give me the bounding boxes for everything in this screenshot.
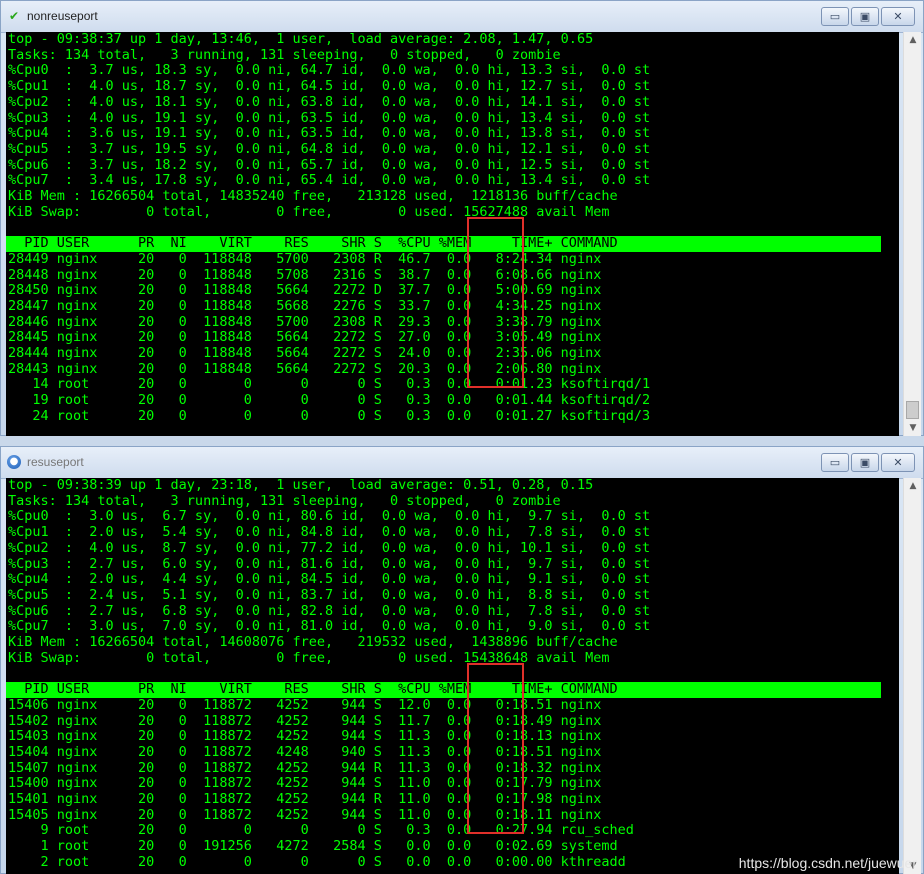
process-table-header: PID USER PR NI VIRT RES SHR S %CPU %MEM … bbox=[6, 681, 881, 698]
summary-line: Tasks: 134 total, 3 running, 131 sleepin… bbox=[8, 46, 561, 63]
scroll-up-arrow-icon[interactable]: ▲ bbox=[904, 478, 922, 494]
terminal-output[interactable]: top - 09:38:39 up 1 day, 23:18, 1 user, … bbox=[6, 478, 899, 874]
scroll-up-arrow-icon[interactable]: ▲ bbox=[904, 32, 922, 48]
process-table-header: PID USER PR NI VIRT RES SHR S %CPU %MEM … bbox=[6, 235, 881, 252]
watermark-url: https://blog.csdn.net/juewuer bbox=[738, 855, 917, 871]
process-row: 15400 nginx 20 0 118872 4252 944 S 11.0 … bbox=[8, 775, 602, 792]
summary-line: KiB Mem : 16266504 total, 14608076 free,… bbox=[8, 634, 618, 651]
summary-line: %Cpu1 : 2.0 us, 5.4 sy, 0.0 ni, 84.8 id,… bbox=[8, 524, 651, 541]
process-row: 28445 nginx 20 0 118848 5664 2272 S 27.0… bbox=[8, 329, 602, 346]
process-row: 15402 nginx 20 0 118872 4252 944 S 11.7 … bbox=[8, 712, 602, 729]
process-list: 15406 nginx 20 0 118872 4252 944 S 12.0 … bbox=[6, 696, 899, 871]
process-row: 15405 nginx 20 0 118872 4252 944 S 11.0 … bbox=[8, 806, 602, 823]
process-row: 28446 nginx 20 0 118848 5700 2308 R 29.3… bbox=[8, 313, 602, 330]
summary-line: KiB Swap: 0 total, 0 free, 0 used. 15627… bbox=[8, 203, 610, 220]
process-row: 15407 nginx 20 0 118872 4252 944 R 11.3 … bbox=[8, 759, 602, 776]
process-row: 28447 nginx 20 0 118848 5668 2276 S 33.7… bbox=[8, 297, 602, 314]
close-button[interactable]: ✕ bbox=[881, 7, 915, 26]
summary-line: %Cpu3 : 4.0 us, 19.1 sy, 0.0 ni, 63.5 id… bbox=[8, 109, 651, 126]
summary-line: KiB Mem : 16266504 total, 14835240 free,… bbox=[8, 188, 618, 205]
process-row: 15404 nginx 20 0 118872 4248 940 S 11.3 … bbox=[8, 743, 602, 760]
vertical-scrollbar[interactable]: ▲ ▼ bbox=[903, 478, 921, 874]
process-row: 28443 nginx 20 0 118848 5664 2272 S 20.3… bbox=[8, 360, 602, 377]
summary-line: %Cpu3 : 2.7 us, 6.0 sy, 0.0 ni, 81.6 id,… bbox=[8, 555, 651, 572]
summary-line: %Cpu4 : 2.0 us, 4.4 sy, 0.0 ni, 84.5 id,… bbox=[8, 571, 651, 588]
scrollbar-thumb[interactable] bbox=[906, 401, 919, 419]
vertical-scrollbar[interactable]: ▲ ▼ bbox=[903, 32, 921, 436]
summary-line: Tasks: 134 total, 3 running, 131 sleepin… bbox=[8, 492, 561, 509]
process-row: 15401 nginx 20 0 118872 4252 944 R 11.0 … bbox=[8, 791, 602, 808]
summary-line: %Cpu7 : 3.4 us, 17.8 sy, 0.0 ni, 65.4 id… bbox=[8, 172, 651, 189]
summary-line: %Cpu7 : 3.0 us, 7.0 sy, 0.0 ni, 81.0 id,… bbox=[8, 618, 651, 635]
scroll-down-arrow-icon[interactable]: ▼ bbox=[904, 420, 922, 436]
terminal-window-resuseport: ● resuseport ▭ ▣ ✕ top - 09:38:39 up 1 d… bbox=[0, 446, 924, 874]
summary-line: KiB Swap: 0 total, 0 free, 0 used. 15438… bbox=[8, 649, 610, 666]
process-row: 1 root 20 0 191256 4272 2584 S 0.0 0.0 0… bbox=[8, 838, 618, 855]
summary-line: top - 09:38:39 up 1 day, 23:18, 1 user, … bbox=[8, 478, 594, 493]
checkmark-icon: ✔ bbox=[8, 9, 20, 23]
minimize-button[interactable]: ▭ bbox=[821, 453, 849, 472]
process-row: 24 root 20 0 0 0 0 S 0.3 0.0 0:01.27 kso… bbox=[8, 407, 651, 424]
title-bar[interactable]: ✔ nonreuseport ▭ ▣ ✕ bbox=[1, 1, 923, 33]
terminal-output[interactable]: top - 09:38:37 up 1 day, 13:46, 1 user, … bbox=[6, 32, 899, 436]
window-controls: ▭ ▣ ✕ bbox=[821, 453, 915, 472]
terminal-window-nonreuseport: ✔ nonreuseport ▭ ▣ ✕ top - 09:38:37 up 1… bbox=[0, 0, 924, 436]
summary-line: %Cpu6 : 2.7 us, 6.8 sy, 0.0 ni, 82.8 id,… bbox=[8, 602, 651, 619]
summary-line: %Cpu5 : 2.4 us, 5.1 sy, 0.0 ni, 83.7 id,… bbox=[8, 586, 651, 603]
summary-line: top - 09:38:37 up 1 day, 13:46, 1 user, … bbox=[8, 32, 594, 47]
process-row: 15406 nginx 20 0 118872 4252 944 S 12.0 … bbox=[8, 696, 602, 713]
window-title: resuseport bbox=[27, 455, 84, 469]
process-row: 28450 nginx 20 0 118848 5664 2272 D 37.7… bbox=[8, 282, 602, 299]
maximize-button[interactable]: ▣ bbox=[851, 453, 879, 472]
app-globe-icon: ● bbox=[7, 455, 21, 469]
window-title: nonreuseport bbox=[27, 9, 98, 23]
top-summary: top - 09:38:37 up 1 day, 13:46, 1 user, … bbox=[6, 32, 899, 220]
process-row: 28444 nginx 20 0 118848 5664 2272 S 24.0… bbox=[8, 345, 602, 362]
process-row: 19 root 20 0 0 0 0 S 0.3 0.0 0:01.44 kso… bbox=[8, 392, 651, 409]
summary-line: %Cpu4 : 3.6 us, 19.1 sy, 0.0 ni, 63.5 id… bbox=[8, 125, 651, 142]
summary-line: %Cpu0 : 3.7 us, 18.3 sy, 0.0 ni, 64.7 id… bbox=[8, 62, 651, 79]
process-row: 28449 nginx 20 0 118848 5700 2308 R 46.7… bbox=[8, 250, 602, 267]
process-list: 28449 nginx 20 0 118848 5700 2308 R 46.7… bbox=[6, 250, 899, 425]
maximize-button[interactable]: ▣ bbox=[851, 7, 879, 26]
summary-line: %Cpu6 : 3.7 us, 18.2 sy, 0.0 ni, 65.7 id… bbox=[8, 156, 651, 173]
top-summary: top - 09:38:39 up 1 day, 23:18, 1 user, … bbox=[6, 478, 899, 666]
summary-line: %Cpu2 : 4.0 us, 18.1 sy, 0.0 ni, 63.8 id… bbox=[8, 93, 651, 110]
summary-line: %Cpu0 : 3.0 us, 6.7 sy, 0.0 ni, 80.6 id,… bbox=[8, 508, 651, 525]
summary-line: %Cpu5 : 3.7 us, 19.5 sy, 0.0 ni, 64.8 id… bbox=[8, 140, 651, 157]
minimize-button[interactable]: ▭ bbox=[821, 7, 849, 26]
summary-line: %Cpu2 : 4.0 us, 8.7 sy, 0.0 ni, 77.2 id,… bbox=[8, 539, 651, 556]
process-row: 28448 nginx 20 0 118848 5708 2316 S 38.7… bbox=[8, 266, 602, 283]
process-row: 14 root 20 0 0 0 0 S 0.3 0.0 0:01.23 kso… bbox=[8, 376, 651, 393]
close-button[interactable]: ✕ bbox=[881, 453, 915, 472]
title-bar[interactable]: ● resuseport ▭ ▣ ✕ bbox=[1, 447, 923, 479]
window-controls: ▭ ▣ ✕ bbox=[821, 7, 915, 26]
summary-line: %Cpu1 : 4.0 us, 18.7 sy, 0.0 ni, 64.5 id… bbox=[8, 78, 651, 95]
process-row: 9 root 20 0 0 0 0 S 0.3 0.0 0:27.94 rcu_… bbox=[8, 822, 634, 839]
process-row: 15403 nginx 20 0 118872 4252 944 S 11.3 … bbox=[8, 728, 602, 745]
